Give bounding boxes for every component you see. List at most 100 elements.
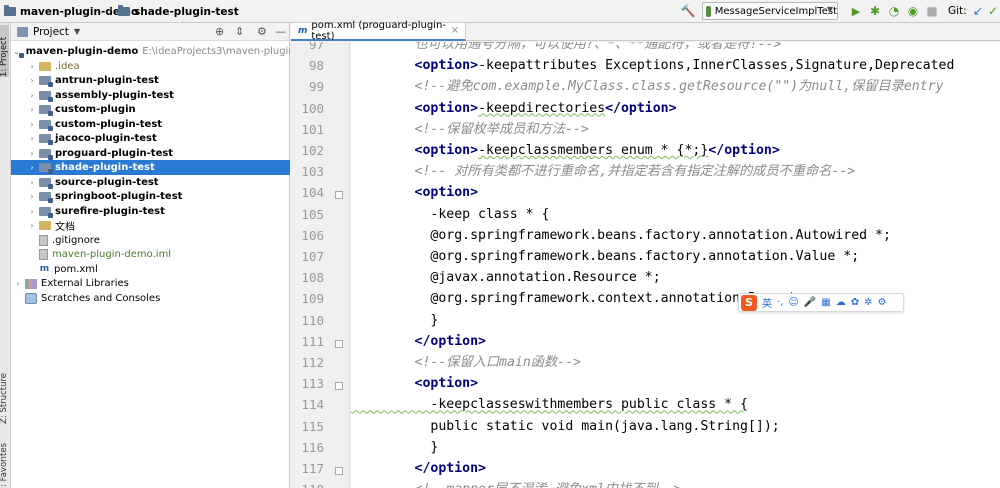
chevron-right-icon[interactable]: › xyxy=(27,91,37,100)
module-folder-icon xyxy=(39,177,53,189)
tree-item[interactable]: › .idea xyxy=(11,59,290,74)
ime-toolbar-item[interactable]: ☺ xyxy=(788,297,798,308)
code-line[interactable]: <!-- 对所有类都不进行重命名,并指定若含有指定注解的成员不重命名--> xyxy=(351,161,856,182)
chevron-right-icon[interactable]: › xyxy=(27,62,37,71)
chevron-right-icon[interactable]: › xyxy=(27,163,37,172)
close-icon[interactable]: × xyxy=(451,25,459,36)
code-line[interactable]: @javax.annotation.Resource *; xyxy=(351,267,660,288)
gear-icon[interactable]: ⚙ xyxy=(257,25,267,38)
tree-item[interactable]: › shade-plugin-test xyxy=(11,160,290,175)
coverage-icon[interactable]: ◔ xyxy=(886,3,902,19)
chevron-right-icon[interactable]: › xyxy=(27,221,37,230)
chevron-right-icon[interactable]: › xyxy=(27,105,37,114)
chevron-right-icon[interactable]: › xyxy=(27,120,37,129)
fold-open-icon[interactable] xyxy=(335,191,343,200)
code-line[interactable]: @org.springframework.context.annotation.… xyxy=(351,288,803,309)
code-line[interactable]: 也可以用通号分隔，可以使用?、*、**通配符，或者是符!--> xyxy=(351,42,782,55)
code-text: @org.springframework.beans.factory.annot… xyxy=(351,227,891,243)
tree-item[interactable]: › custom-plugin xyxy=(11,102,290,117)
module-folder-icon xyxy=(39,119,53,131)
code-line[interactable]: @org.springframework.beans.factory.annot… xyxy=(351,246,859,267)
tree-item[interactable]: maven-plugin-demo.iml xyxy=(11,247,290,262)
debug-icon[interactable]: ✱ xyxy=(867,3,883,19)
code-line[interactable]: <option>-keepdirectories</option> xyxy=(351,98,677,119)
code-line[interactable]: } xyxy=(351,437,438,458)
code-line[interactable]: </option> xyxy=(351,458,486,479)
git-update-icon[interactable]: ↙ xyxy=(970,3,986,19)
project-panel-title[interactable]: Project xyxy=(33,26,69,38)
tree-item[interactable]: › 文档 xyxy=(11,218,290,233)
code-line[interactable]: <option> xyxy=(351,182,479,203)
build-hammer-icon[interactable]: 🔨 xyxy=(680,3,696,19)
code-line[interactable]: <!--mapper层不混淆,避免xml中找不到--> xyxy=(351,479,682,488)
sogou-logo-icon[interactable]: S xyxy=(741,294,757,311)
tree-item[interactable]: › assembly-plugin-test xyxy=(11,88,290,103)
editor-tab-pom-xml[interactable]: m pom.xml (proguard-plugin-test) × xyxy=(291,20,466,42)
chevron-right-icon[interactable]: › xyxy=(27,192,37,201)
locate-icon[interactable]: ⊕ xyxy=(215,25,224,38)
chevron-right-icon[interactable]: › xyxy=(27,134,37,143)
tool-tab-project[interactable]: 1: Project xyxy=(0,25,9,77)
fold-open-icon[interactable] xyxy=(335,382,343,391)
chevron-right-icon[interactable]: › xyxy=(27,76,37,85)
code-line[interactable]: -keep class * { xyxy=(351,204,549,225)
tool-tab-favorites[interactable]: 2: Favorites xyxy=(0,443,9,488)
code-line[interactable]: @org.springframework.beans.factory.annot… xyxy=(351,225,891,246)
code-line[interactable]: <!--保留枚举成员和方法--> xyxy=(351,119,589,140)
ime-toolbar-item[interactable]: ✿ xyxy=(851,297,859,308)
tree-item[interactable]: › proguard-plugin-test xyxy=(11,146,290,161)
ime-toolbar-item[interactable]: ⚙ xyxy=(877,297,886,308)
tree-item[interactable]: › springboot-plugin-test xyxy=(11,189,290,204)
tree-item[interactable]: › antrun-plugin-test xyxy=(11,73,290,88)
tree-item-label: custom-plugin-test xyxy=(55,118,163,130)
code-line[interactable]: <option>-keepclassmembers enum * {*;}</o… xyxy=(351,140,780,161)
profile-icon[interactable]: ◉ xyxy=(905,3,921,19)
code-line[interactable]: <option> xyxy=(351,373,479,394)
breadcrumb-child[interactable]: shade-plugin-test xyxy=(118,4,239,19)
tree-item[interactable]: › surefire-plugin-test xyxy=(11,204,290,219)
ime-toolbar-item[interactable]: ·, xyxy=(777,297,783,308)
line-number: 106 xyxy=(301,227,324,243)
ime-toolbar-item[interactable]: 🎤 xyxy=(804,297,816,308)
xml-comment: <!--避免com.example.MyClass.class.getResou… xyxy=(414,79,944,95)
tree-item[interactable]: › custom-plugin-test xyxy=(11,117,290,132)
collapse-all-icon[interactable]: ⇕ xyxy=(235,25,244,38)
code-line[interactable]: <option>-keepattributes Exceptions,Inner… xyxy=(351,55,955,76)
fold-close-icon[interactable] xyxy=(335,339,343,348)
tree-item[interactable]: ⌄ maven-plugin-demo E:\ideaProjects3\maven… xyxy=(11,44,290,59)
code-line[interactable]: <!--避免com.example.MyClass.class.getResou… xyxy=(351,76,944,97)
run-icon[interactable]: ▶ xyxy=(848,3,864,19)
chevron-right-icon[interactable]: › xyxy=(27,149,37,158)
git-commit-icon[interactable]: ✓ xyxy=(985,3,1000,19)
tree-item[interactable]: › jacoco-plugin-test xyxy=(11,131,290,146)
stop-icon[interactable]: ■ xyxy=(924,3,940,19)
ime-toolbar-item[interactable]: 英 xyxy=(762,295,772,310)
run-configuration-select[interactable]: MessageServiceImplTest ▼ xyxy=(702,2,838,20)
tree-item[interactable]: m pom.xml xyxy=(11,262,290,277)
code-line[interactable]: -keepclasseswithmembers public class * { xyxy=(351,394,748,415)
tool-tab-structure[interactable]: Z: Structure xyxy=(0,373,9,424)
chevron-right-icon[interactable]: › xyxy=(27,207,37,216)
ime-toolbar-item[interactable]: ✲ xyxy=(864,297,872,308)
chevron-down-icon[interactable]: ▼ xyxy=(74,27,80,36)
code-line[interactable]: } xyxy=(351,310,438,331)
left-tool-stripe: 1: Project Z: Structure 2: Favorites xyxy=(0,23,11,488)
code-editor[interactable]: 也可以用通号分隔，可以使用?、*、**通配符，或者是符!--> <option>… xyxy=(351,42,1000,488)
tree-item[interactable]: Scratches and Consoles xyxy=(11,291,290,306)
iml-file-icon xyxy=(39,249,48,260)
fold-close-icon[interactable] xyxy=(335,467,343,475)
ime-toolbar-item[interactable]: ☁ xyxy=(836,297,846,308)
chevron-right-icon[interactable]: › xyxy=(27,178,37,187)
tree-item[interactable]: › External Libraries xyxy=(11,276,290,291)
code-text: -keepattributes Exceptions,InnerClasses,… xyxy=(478,58,955,74)
tree-item[interactable]: › source-plugin-test xyxy=(11,175,290,190)
tree-item[interactable]: .gitignore xyxy=(11,233,290,248)
code-line[interactable]: </option> xyxy=(351,331,486,352)
code-line[interactable]: <!--保留入口main函数--> xyxy=(351,352,581,373)
code-line[interactable]: public static void main(java.lang.String… xyxy=(351,416,779,437)
chevron-right-icon[interactable]: › xyxy=(13,279,23,288)
hide-icon[interactable]: — xyxy=(275,25,286,38)
tree-item-label: assembly-plugin-test xyxy=(55,89,174,101)
ime-toolbar-item[interactable]: ▦ xyxy=(821,297,830,308)
